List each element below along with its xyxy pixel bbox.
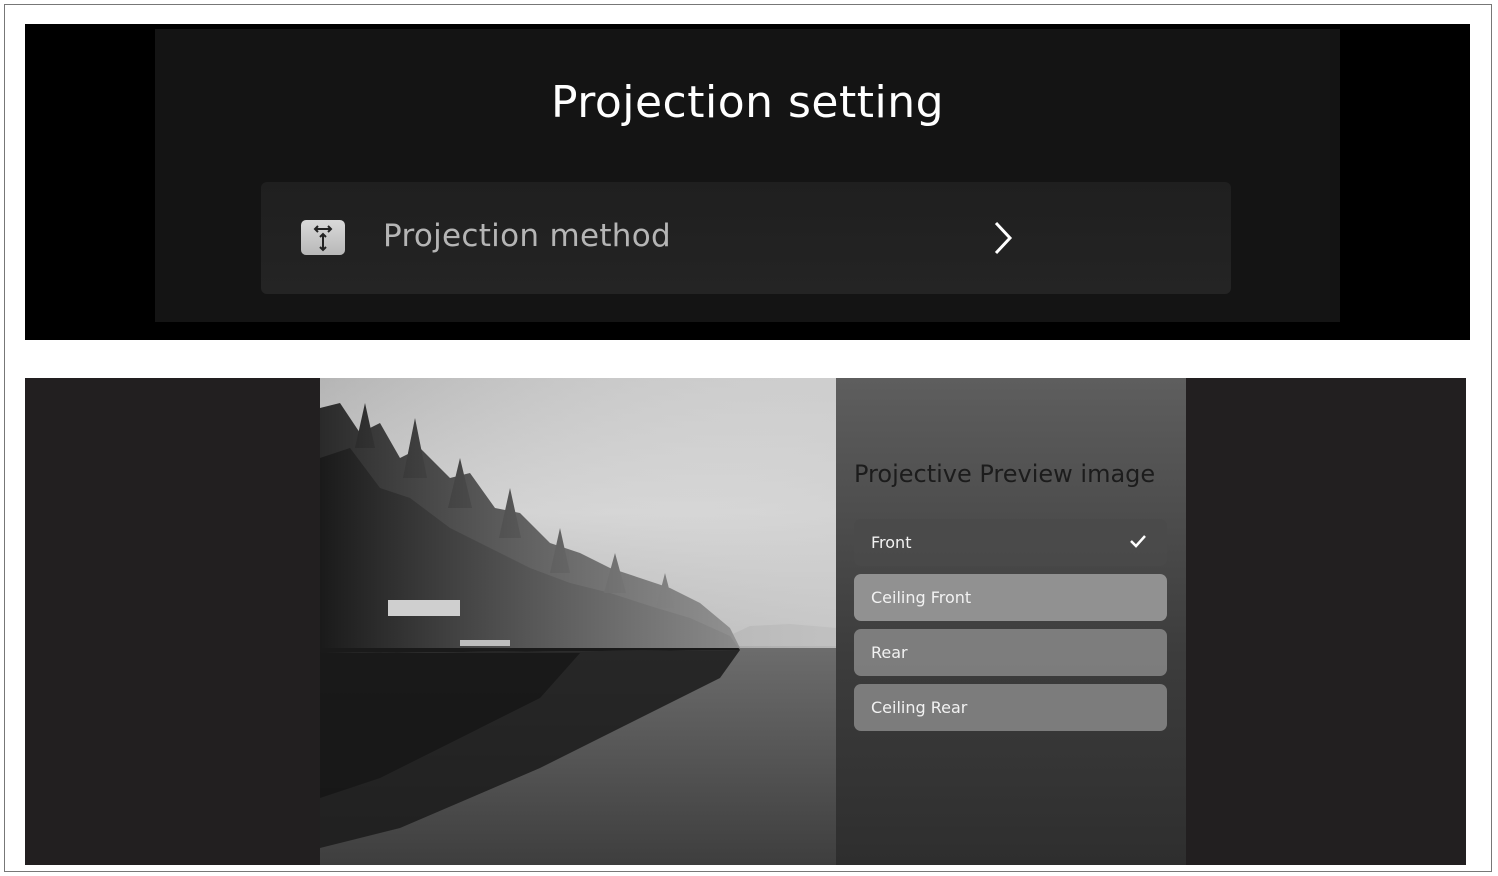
projection-method-icon <box>301 220 345 255</box>
projective-preview-screen: Projective Preview image Front Ceiling F… <box>25 378 1466 865</box>
option-label: Rear <box>871 643 908 662</box>
projection-setting-screen: Projection setting Projection method <box>25 24 1470 340</box>
option-label: Ceiling Rear <box>871 698 968 717</box>
settings-panel: Projection setting Projection method <box>155 29 1340 322</box>
option-rear[interactable]: Rear <box>854 629 1167 676</box>
projection-method-label: Projection method <box>383 218 671 254</box>
chevron-right-icon <box>989 218 1017 258</box>
option-front[interactable]: Front <box>854 519 1167 566</box>
page-title: Projection setting <box>550 77 945 128</box>
option-ceiling-rear[interactable]: Ceiling Rear <box>854 684 1167 731</box>
option-ceiling-front[interactable]: Ceiling Front <box>854 574 1167 621</box>
projection-method-item[interactable]: Projection method <box>261 182 1231 294</box>
option-label: Ceiling Front <box>871 588 972 607</box>
option-label: Front <box>871 533 912 552</box>
panel-title: Projective Preview image <box>854 460 1156 488</box>
lake-forest-preview-image <box>320 378 837 865</box>
checkmark-icon <box>1129 533 1147 549</box>
preview-options-panel: Projective Preview image Front Ceiling F… <box>836 378 1186 865</box>
